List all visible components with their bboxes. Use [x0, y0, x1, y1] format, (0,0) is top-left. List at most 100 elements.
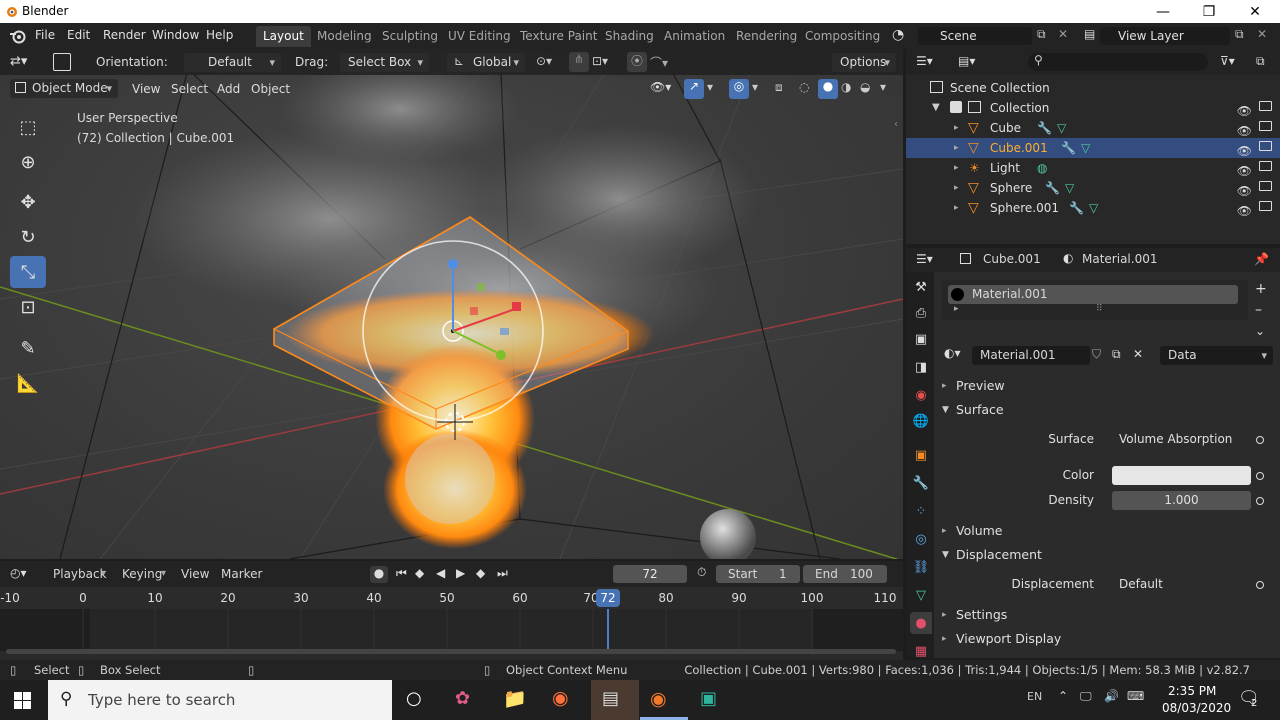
menu-object[interactable]: Object	[251, 82, 290, 96]
collapse-arrow-icon[interactable]: ▸	[942, 634, 947, 644]
tool-icon[interactable]: ⇄▾	[10, 54, 27, 69]
link-dropdown[interactable]: Data	[1160, 346, 1273, 365]
render-visibility-icon[interactable]	[1259, 101, 1272, 111]
app-pinned-icon[interactable]: ✿	[455, 688, 470, 709]
network-icon[interactable]: 🖵	[1080, 689, 1092, 704]
menu-edit[interactable]: Edit	[67, 28, 90, 42]
socket-dot-icon[interactable]	[1256, 436, 1264, 444]
language-indicator[interactable]: EN	[1027, 690, 1042, 703]
render-visibility-icon[interactable]	[1259, 181, 1272, 191]
cursor-tool-icon[interactable]: ⊕	[10, 146, 46, 178]
collapse-arrow-icon[interactable]: ▸	[942, 610, 947, 620]
new-collection-icon[interactable]: ⧉	[1256, 54, 1265, 69]
menu-file[interactable]: File	[35, 28, 55, 42]
volume-icon[interactable]: 🔊	[1104, 689, 1119, 703]
texture-tab-icon[interactable]: ▦	[910, 640, 932, 662]
menu-select[interactable]: Select	[171, 82, 208, 96]
output-tab-icon[interactable]: ▣	[910, 328, 932, 350]
expand-arrow-icon[interactable]: ▼	[942, 550, 949, 560]
expand-arrow-icon[interactable]: ▸	[954, 118, 959, 138]
close-button[interactable]: ✕	[1232, 0, 1278, 23]
menu-help[interactable]: Help	[206, 28, 233, 42]
app-green-icon[interactable]: ▣	[700, 688, 717, 709]
modifier-tab-icon[interactable]: 🔧	[910, 472, 932, 494]
start-frame-field[interactable]: 1	[779, 567, 787, 581]
keyboard-icon[interactable]: ⌨	[1127, 689, 1144, 703]
falloff-icon[interactable]: ⌒▾	[650, 54, 668, 71]
firefox-icon[interactable]: ◉	[552, 687, 569, 709]
wireframe-shading-icon[interactable]: ◌	[799, 80, 809, 94]
shading-dropdown-icon[interactable]: ▾	[880, 80, 886, 94]
outliner-search-input[interactable]	[1028, 53, 1208, 71]
mesh-data-icon[interactable]: ▽	[1065, 178, 1074, 198]
expand-arrow-icon[interactable]: ▸	[954, 158, 959, 178]
physics-tab-icon[interactable]: ◎	[910, 528, 932, 550]
select-box-tool-icon[interactable]: ⬚	[10, 111, 46, 143]
timeline-scrollbar[interactable]	[6, 649, 896, 654]
expand-arrow-icon[interactable]: ▸	[954, 178, 959, 198]
proportional-edit-icon[interactable]: ⦿	[627, 52, 647, 72]
outliner-item-light[interactable]: ▸ ☀ Light ◍ 👁	[906, 158, 1280, 178]
socket-dot-icon[interactable]	[1256, 581, 1264, 589]
tab-texture-paint[interactable]: Texture Paint	[513, 26, 604, 47]
slot-expand-icon[interactable]: ▸	[954, 304, 959, 314]
snap-toggle-icon[interactable]: ⋔	[569, 52, 589, 72]
measure-tool-icon[interactable]: 📐	[10, 367, 46, 399]
tab-layout[interactable]: Layout	[256, 26, 311, 47]
mode-dropdown[interactable]: Object Mode	[10, 79, 118, 98]
render-visibility-icon[interactable]	[1259, 141, 1272, 151]
render-visibility-icon[interactable]	[1259, 121, 1272, 131]
mesh-data-icon[interactable]: ▽	[1057, 118, 1066, 138]
snap-type-icon[interactable]: ⊡▾	[592, 54, 608, 68]
panel-volume[interactable]: Volume	[956, 523, 1003, 538]
playhead-frame-label[interactable]: 72	[596, 589, 620, 607]
end-frame-field[interactable]: 100	[850, 567, 873, 581]
menu-add[interactable]: Add	[217, 82, 240, 96]
gizmo-toggle-icon[interactable]: ↗	[684, 79, 704, 99]
collapse-arrow-icon[interactable]: ▸	[942, 526, 947, 536]
visibility-icon[interactable]: 👁▾	[650, 80, 671, 94]
socket-dot-icon[interactable]	[1256, 472, 1264, 480]
panel-preview[interactable]: Preview	[956, 378, 1005, 393]
tab-uv-editing[interactable]: UV Editing	[441, 26, 518, 47]
panel-viewport-display[interactable]: Viewport Display	[956, 631, 1061, 646]
windows-start-icon[interactable]	[14, 692, 31, 709]
new-scene-icon[interactable]: ⧉	[1037, 27, 1046, 42]
scene-tab-icon[interactable]: ◉	[910, 384, 932, 406]
color-field[interactable]	[1112, 466, 1251, 485]
outliner-item-sphere-001[interactable]: ▸ ▽ Sphere.001 🔧 ▽ 👁	[906, 198, 1280, 218]
scene-icon[interactable]: ◔	[892, 27, 904, 43]
panel-surface[interactable]: Surface	[956, 402, 1004, 417]
light-data-icon[interactable]: ◍	[1037, 158, 1047, 178]
socket-dot-icon[interactable]	[1256, 497, 1264, 505]
tab-sculpting[interactable]: Sculpting	[375, 26, 445, 47]
view-layer-selector[interactable]: View Layer	[1100, 27, 1230, 45]
gizmo-dropdown-icon[interactable]: ▾	[707, 80, 713, 94]
menu-window[interactable]: Window	[152, 28, 199, 42]
cortana-icon[interactable]: ○	[406, 688, 422, 709]
expand-arrow-icon[interactable]: ▼	[932, 98, 940, 118]
solid-shading-icon[interactable]: ●	[818, 79, 838, 99]
minimize-button[interactable]: —	[1140, 0, 1186, 23]
pivot-icon[interactable]: ⊙▾	[536, 54, 552, 68]
tab-modeling[interactable]: Modeling	[310, 26, 379, 47]
tool-tab-icon[interactable]: ⚒	[910, 276, 932, 298]
3d-viewport[interactable]: ⇄▾ Orientation: Default Drag: Select Box…	[0, 49, 903, 559]
eye-icon[interactable]: 👁	[1237, 201, 1252, 221]
world-tab-icon[interactable]: 🌐	[910, 410, 932, 432]
modifier-wrench-icon[interactable]: 🔧	[1061, 138, 1076, 158]
rendered-shading-icon[interactable]: ◒	[860, 80, 870, 94]
density-field[interactable]: 1.000	[1112, 491, 1251, 510]
mesh-data-icon[interactable]: ▽	[1089, 198, 1098, 218]
remove-slot-icon[interactable]: –	[1255, 302, 1262, 318]
orientation-dropdown[interactable]: Default	[184, 53, 281, 72]
drag-dropdown[interactable]: Select Box	[340, 53, 429, 72]
outliner-scene-collection[interactable]: Scene Collection	[906, 78, 1280, 98]
menu-playback[interactable]: Playback	[53, 567, 107, 581]
timeline-track-area[interactable]	[0, 609, 903, 654]
file-explorer-icon[interactable]: 📁	[503, 687, 527, 710]
view-layer-tab-icon[interactable]: ◨	[910, 356, 932, 378]
material-name-field[interactable]: Material.001	[972, 346, 1090, 365]
transform-tool-icon[interactable]: ⊡	[10, 291, 46, 323]
collapse-arrow-icon[interactable]: ▸	[942, 381, 947, 391]
